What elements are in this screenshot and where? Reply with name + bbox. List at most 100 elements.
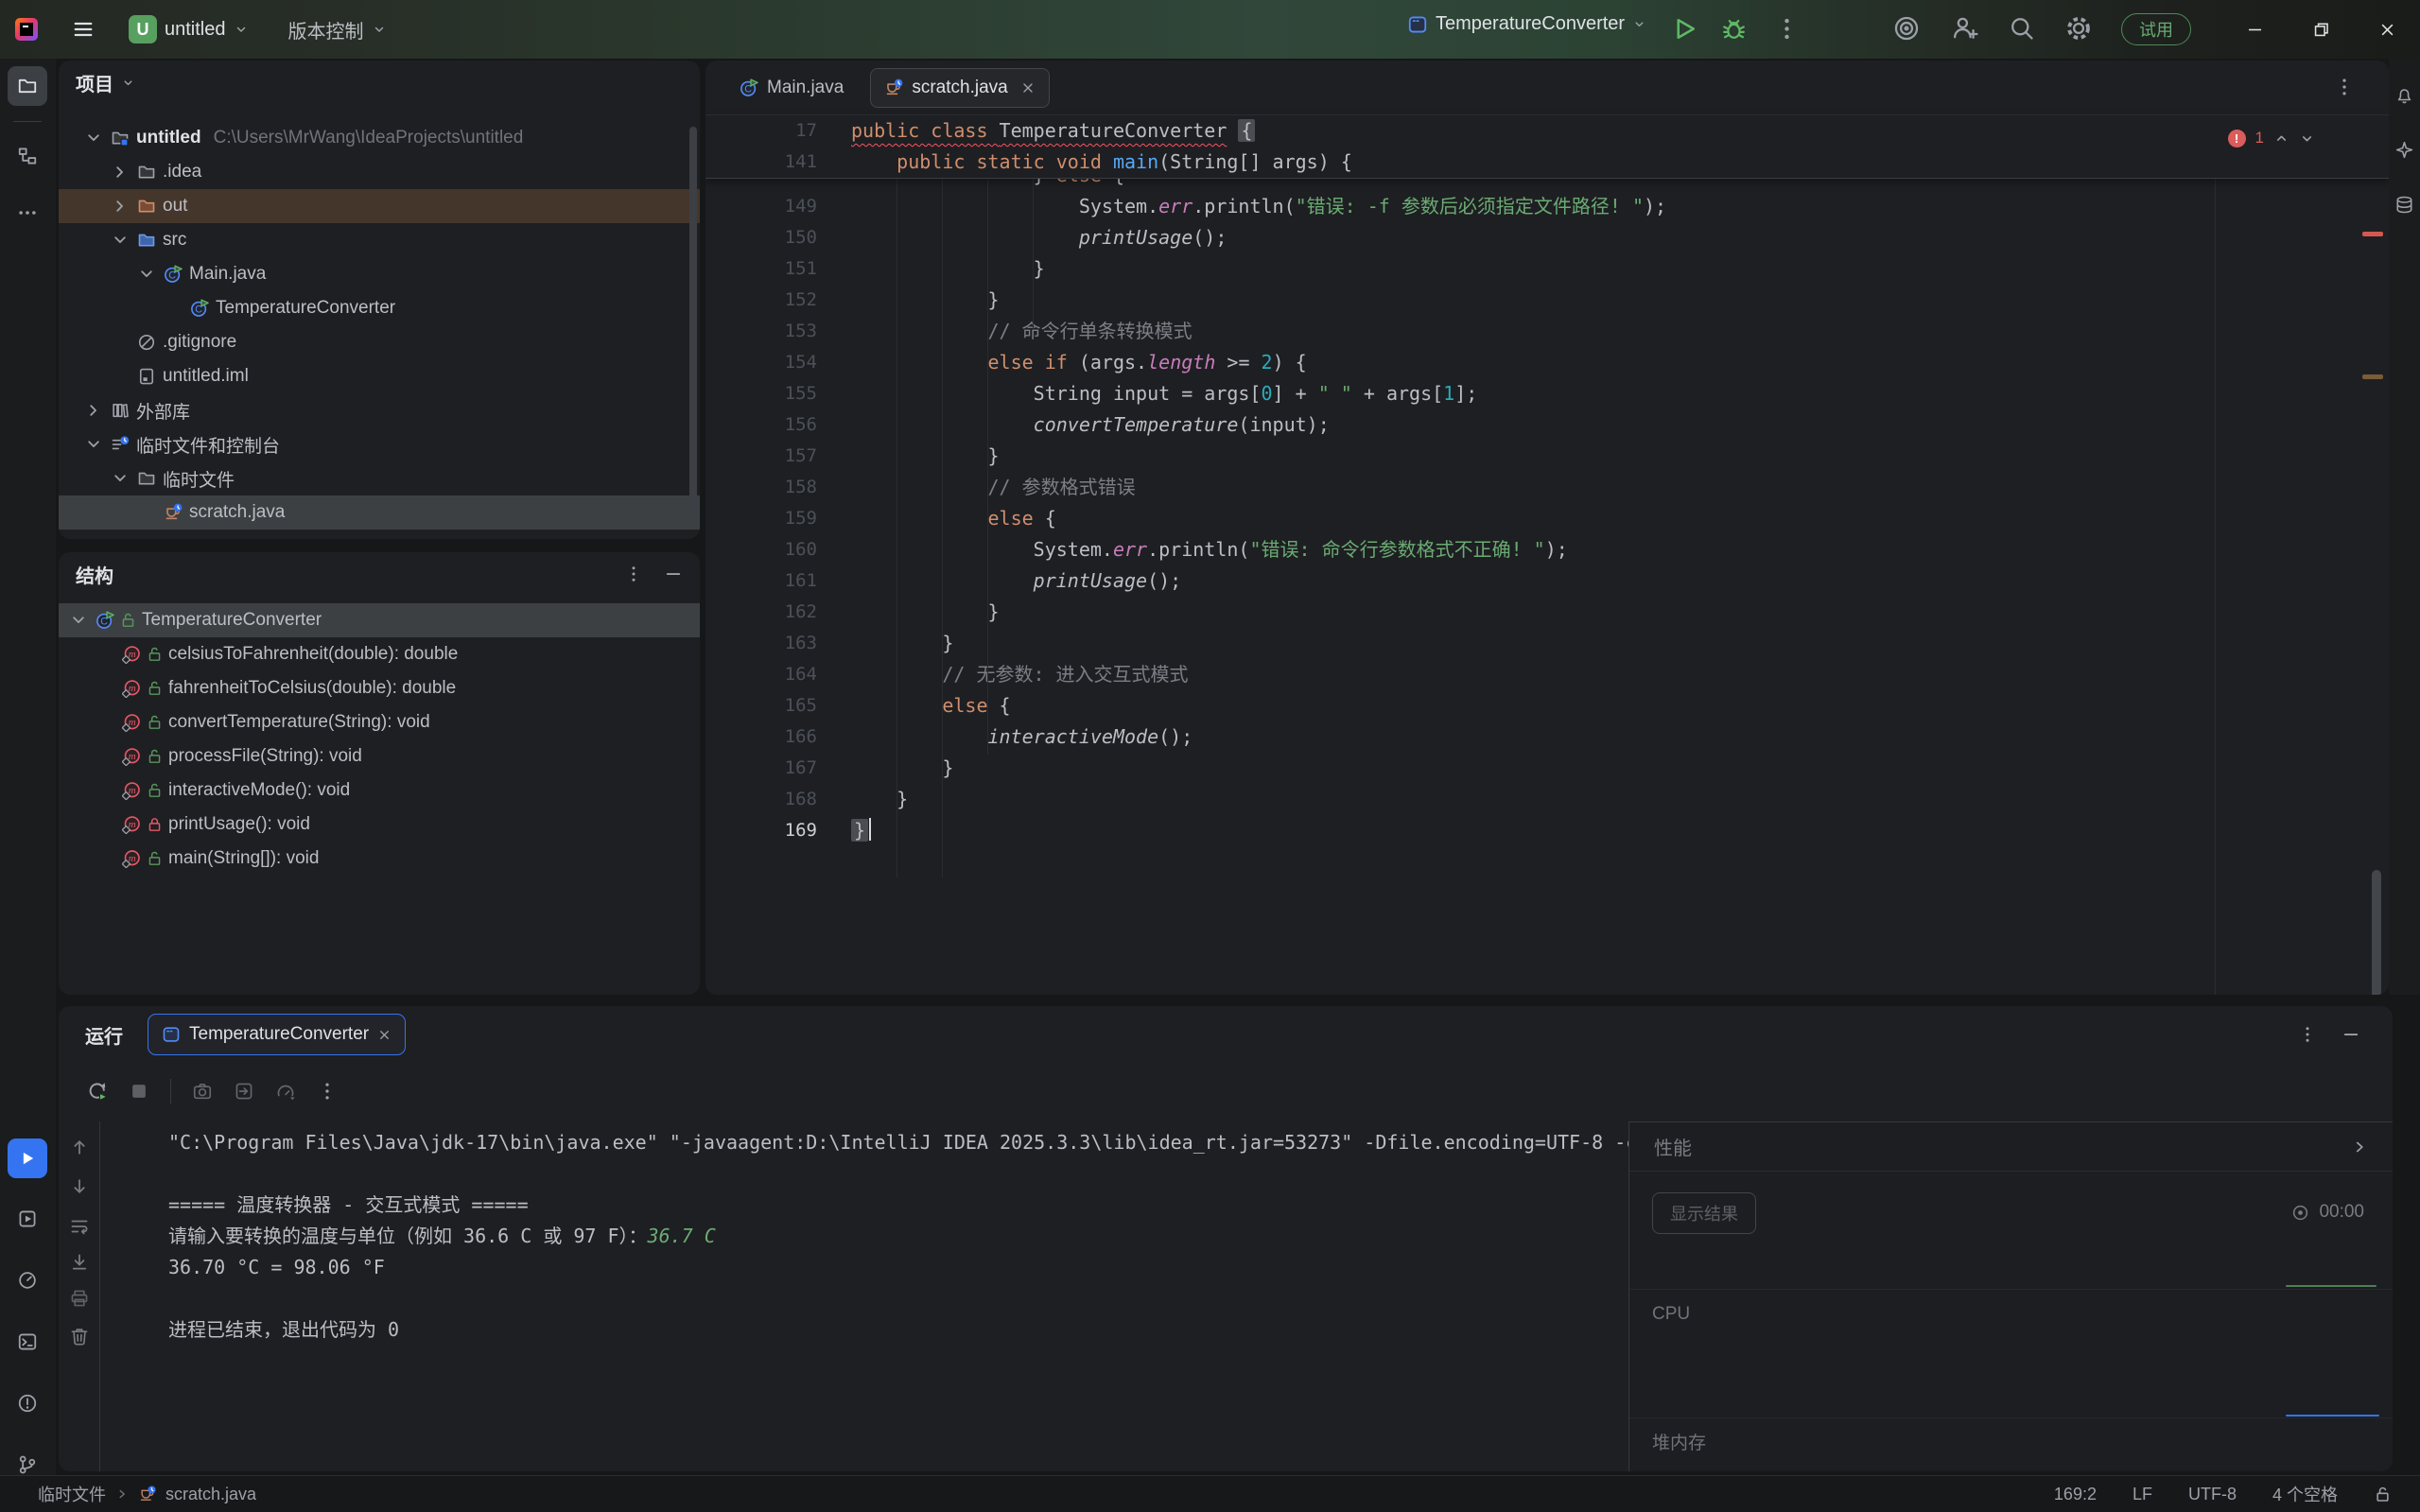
line-number[interactable]: 164 (705, 659, 817, 690)
show-results-button[interactable]: 显示结果 (1652, 1192, 1756, 1234)
chevron-right-icon[interactable] (2351, 1138, 2368, 1156)
database-icon[interactable] (2394, 195, 2414, 215)
unlock-icon[interactable] (2374, 1486, 2392, 1503)
warning-stripe-mark[interactable] (2362, 374, 2383, 379)
structure-panel-header[interactable]: 结构 (59, 552, 700, 596)
editor-tab-Main.java[interactable]: CMain.java (726, 68, 857, 108)
tool-project-button[interactable] (8, 66, 47, 106)
tree-item-untitled[interactable]: untitledC:\Users\MrWang\IdeaProjects\unt… (59, 121, 700, 155)
line-number[interactable]: 158 (705, 472, 817, 503)
minimize-button[interactable] (2234, 9, 2275, 50)
breadcrumb-root[interactable]: 临时文件 (38, 1482, 106, 1506)
code-with-me-icon[interactable] (1952, 15, 1978, 42)
tree-item-外部库[interactable]: 外部库 (59, 393, 700, 427)
import-threads-icon[interactable] (234, 1081, 254, 1102)
main-menu-icon[interactable] (72, 18, 95, 41)
tab-options-kebab-icon[interactable] (2334, 77, 2355, 97)
notifications-bell-icon[interactable] (2394, 85, 2414, 105)
close-button[interactable] (2366, 9, 2408, 50)
run-config-widget[interactable]: TemperatureConverter (1407, 13, 1646, 35)
console-kebab-icon[interactable] (317, 1081, 338, 1102)
tree-item-临时文件[interactable]: 临时文件 (59, 461, 700, 495)
close-tab-icon[interactable] (1020, 80, 1036, 96)
project-scrollbar[interactable] (689, 127, 697, 514)
structure-item[interactable]: minteractiveMode(): void (59, 773, 700, 808)
line-number[interactable]: 150 (705, 222, 817, 253)
tree-item-src[interactable]: src (59, 223, 700, 257)
line-separator[interactable]: LF (2133, 1485, 2152, 1504)
tree-item-Main.java[interactable]: CMain.java (59, 257, 700, 291)
clear-trash-icon[interactable] (69, 1326, 90, 1347)
tool-run-button[interactable] (8, 1138, 47, 1178)
tool-profiler-button[interactable] (8, 1260, 47, 1300)
ai-sparkle-icon[interactable] (2394, 140, 2414, 160)
line-number[interactable]: 155 (705, 378, 817, 409)
ai-assistant-icon[interactable] (1893, 15, 1920, 42)
line-number[interactable]: 159 (705, 503, 817, 534)
restore-button[interactable] (2300, 9, 2342, 50)
line-number[interactable]: 163 (705, 628, 817, 659)
tool-structure-button[interactable] (8, 136, 47, 176)
line-number[interactable]: 156 (705, 409, 817, 441)
tree-item-scratch.java[interactable]: scratch.java (59, 495, 700, 530)
chevron-up-icon[interactable] (2273, 130, 2289, 147)
structure-item[interactable]: mprocessFile(String): void (59, 739, 700, 773)
settings-gear-icon[interactable] (2065, 15, 2092, 42)
print-icon[interactable] (69, 1288, 90, 1309)
inspections-widget[interactable]: ! 1 (2228, 129, 2315, 148)
run-hide-icon[interactable] (2342, 1025, 2360, 1044)
editor-scrollbar[interactable] (2372, 870, 2381, 995)
line-number[interactable]: 166 (705, 721, 817, 753)
line-number[interactable]: 165 (705, 690, 817, 721)
line-number[interactable]: 141 (705, 147, 817, 178)
search-icon[interactable] (2009, 15, 2035, 42)
line-number[interactable]: 153 (705, 316, 817, 347)
trial-badge[interactable]: 试用 (2121, 13, 2191, 45)
line-number[interactable]: 152 (705, 285, 817, 316)
tree-item-临时文件和控制台[interactable]: 临时文件和控制台 (59, 427, 700, 461)
down-stack-icon[interactable] (69, 1176, 90, 1197)
line-number[interactable]: 160 (705, 534, 817, 565)
rerun-icon[interactable] (87, 1081, 108, 1102)
chevron-down-icon[interactable] (2299, 130, 2315, 147)
debug-button[interactable] (1721, 16, 1747, 42)
breadcrumb-file[interactable]: scratch.java (165, 1485, 256, 1504)
caret-position[interactable]: 169:2 (2054, 1485, 2097, 1504)
line-number[interactable]: 168 (705, 784, 817, 815)
close-icon[interactable] (377, 1028, 392, 1042)
line-number[interactable]: 157 (705, 441, 817, 472)
run-button[interactable] (1672, 16, 1697, 42)
console[interactable]: "C:\Program Files\Java\jdk-17\bin\java.e… (59, 1121, 1628, 1471)
soft-wrap-icon[interactable] (69, 1216, 90, 1237)
performance-header[interactable]: 性能 (1629, 1122, 2393, 1172)
line-number[interactable]: 154 (705, 347, 817, 378)
run-more-kebab-icon[interactable] (1774, 16, 1800, 42)
vcs-widget[interactable]: 版本控制 (288, 16, 387, 43)
structure-item[interactable]: CTemperatureConverter (59, 603, 700, 637)
screenshot-camera-icon[interactable] (192, 1081, 213, 1102)
line-number[interactable]: 149 (705, 191, 817, 222)
structure-item[interactable]: mmain(String[]): void (59, 842, 700, 876)
scroll-to-end-icon[interactable] (69, 1252, 90, 1273)
structure-item[interactable]: mprintUsage(): void (59, 808, 700, 842)
structure-item[interactable]: mcelsiusToFahrenheit(double): double (59, 637, 700, 671)
line-number[interactable]: 161 (705, 565, 817, 597)
run-tab[interactable]: TemperatureConverter (148, 1014, 406, 1055)
line-number[interactable]: 17 (705, 115, 817, 147)
line-number[interactable]: 162 (705, 597, 817, 628)
stop-icon[interactable] (129, 1081, 149, 1102)
file-encoding[interactable]: UTF-8 (2188, 1485, 2237, 1504)
tool-problems-button[interactable] (8, 1383, 47, 1423)
up-stack-icon[interactable] (69, 1137, 90, 1157)
tree-item-untitled.iml[interactable]: untitled.iml (59, 359, 700, 393)
line-number[interactable]: 169 (705, 815, 817, 846)
line-number[interactable] (705, 178, 817, 191)
line-number[interactable]: 167 (705, 753, 817, 784)
error-stripe-mark[interactable] (2362, 232, 2383, 236)
structure-item[interactable]: mfahrenheitToCelsius(double): double (59, 671, 700, 705)
tree-item-TemperatureConverter[interactable]: CTemperatureConverter (59, 291, 700, 325)
indent-style[interactable]: 4 个空格 (2272, 1482, 2338, 1506)
code-editor[interactable]: 17public class TemperatureConverter {141… (705, 115, 2389, 995)
tool-services-button[interactable] (8, 1199, 47, 1239)
editor-tab-scratch.java[interactable]: scratch.java (870, 68, 1049, 108)
